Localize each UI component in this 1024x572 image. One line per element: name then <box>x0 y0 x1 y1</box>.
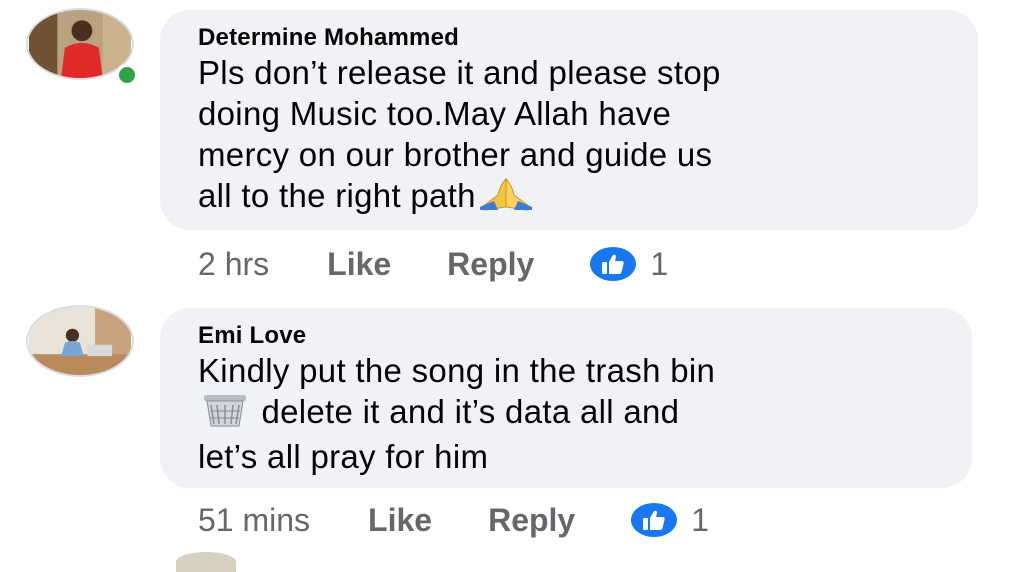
avatar-photo <box>29 10 131 78</box>
comment-line: delete it and it’s data all and <box>198 391 942 436</box>
thumbs-up-icon <box>590 247 637 281</box>
comment-line: let’s all pray for him <box>198 438 489 475</box>
comment-author[interactable]: Emi Love <box>198 322 942 350</box>
comment-text: Kindly put the song in the trash bin del… <box>198 350 942 477</box>
comment-line: doing Music too.May Allah have <box>198 95 672 132</box>
avatar-photo <box>29 307 131 375</box>
avatar[interactable] <box>176 552 236 572</box>
comment-line: mercy on our brother and guide us <box>198 136 713 173</box>
comment-actions: 2 hrs Like Reply 1 <box>198 246 668 282</box>
thumbs-up-icon <box>631 503 678 537</box>
online-status-dot <box>116 64 138 86</box>
comment-line: all to the right path <box>198 175 948 220</box>
comment-timestamp[interactable]: 2 hrs <box>198 246 269 282</box>
comment-line: Pls don’t release it and please stop <box>198 54 721 91</box>
reaction-count: 1 <box>691 502 710 538</box>
avatar[interactable] <box>26 305 134 377</box>
reaction-summary[interactable]: 1 <box>631 502 709 538</box>
comment-author[interactable]: Determine Mohammed <box>198 24 948 52</box>
comment-bubble: Emi Love Kindly put the song in the tras… <box>160 308 972 488</box>
reply-button[interactable]: Reply <box>447 246 534 282</box>
comment-bubble: Determine Mohammed Pls don’t release it … <box>160 10 978 230</box>
wastebasket-icon <box>198 393 252 436</box>
like-button[interactable]: Like <box>368 502 432 538</box>
like-button[interactable]: Like <box>327 246 391 282</box>
comment-actions: 51 mins Like Reply 1 <box>198 502 709 538</box>
reaction-count: 1 <box>650 246 669 282</box>
comment-line: Kindly put the song in the trash bin <box>198 352 716 389</box>
folded-hands-icon <box>476 177 536 220</box>
comment-timestamp[interactable]: 51 mins <box>198 502 310 538</box>
reaction-summary[interactable]: 1 <box>590 246 668 282</box>
comment-text: Pls don’t release it and please stop doi… <box>198 52 948 220</box>
reply-button[interactable]: Reply <box>488 502 575 538</box>
